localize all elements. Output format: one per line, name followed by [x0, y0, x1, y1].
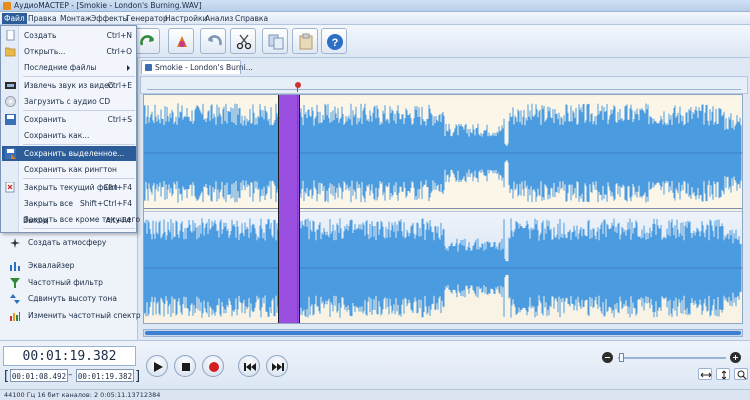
effect-frequency-filter-label: Частотный фильтр: [28, 278, 103, 287]
stop-icon: [182, 363, 190, 371]
atmosphere-icon: [10, 238, 20, 248]
close-file-icon: [5, 182, 15, 193]
selection-start-field[interactable]: 00:01:08.492: [10, 369, 68, 382]
horizontal-scrollbar[interactable]: [143, 329, 743, 337]
help-button[interactable]: ?: [321, 28, 347, 54]
audio-file-icon: [145, 64, 152, 71]
zoom-selection-button[interactable]: [734, 368, 748, 380]
play-button[interactable]: [146, 355, 168, 377]
menu-item-save-selection[interactable]: Сохранить выделенное...: [2, 146, 136, 161]
zoom-selection-icon: [737, 370, 747, 380]
zoom-in-button[interactable]: [730, 352, 741, 363]
time-ruler[interactable]: [140, 76, 748, 94]
menu-item-extract-audio[interactable]: Извлечь звук из видео Ctrl+E: [2, 78, 136, 93]
app-icon: [3, 2, 11, 10]
menu-item-open[interactable]: Открыть... Ctrl+O: [2, 44, 136, 59]
zoom-slider-track[interactable]: [618, 357, 726, 359]
effects-icon: [177, 36, 187, 47]
effects-button[interactable]: [168, 28, 194, 54]
video-icon: [5, 82, 16, 89]
document-tab[interactable]: Smokie - London's Burni...: [141, 60, 253, 74]
effect-pitch-shift-label: Сдвинуть высоту тона: [28, 294, 117, 303]
menu-edit[interactable]: Правка: [26, 13, 59, 24]
menu-help[interactable]: Справка: [233, 13, 270, 24]
waveform-channel-right[interactable]: [144, 211, 742, 318]
menu-analysis[interactable]: Анализ: [203, 13, 235, 24]
fit-horizontal-button[interactable]: [698, 368, 712, 380]
current-time: 00:01:19.382: [22, 349, 117, 364]
record-icon: [209, 362, 219, 372]
effect-spectrum-label: Изменить частотный спектр: [28, 311, 141, 320]
file-menu-dropdown: Создать Ctrl+N Открыть... Ctrl+O Последн…: [0, 25, 140, 233]
cd-icon: [5, 96, 16, 107]
current-time-display: 00:01:19.382: [3, 346, 136, 366]
menu-item-save-as[interactable]: Сохранить как...: [2, 128, 136, 143]
undo-button[interactable]: [200, 28, 226, 54]
cut-icon: [236, 34, 252, 50]
effect-equalizer-label: Эквалайзер: [28, 261, 75, 270]
menu-file[interactable]: Файл: [2, 13, 27, 24]
help-icon: ?: [327, 34, 343, 50]
paste-button[interactable]: [292, 28, 318, 54]
waveform-editor[interactable]: [143, 94, 743, 324]
spectrum-icon: [10, 312, 20, 321]
range-separator: –: [68, 370, 73, 380]
skip-back-icon: [244, 363, 256, 371]
document-tab-row: Smokie - London's Burni...: [138, 58, 750, 74]
waveform-right: [144, 218, 742, 318]
record-button[interactable]: [202, 355, 224, 377]
copy-icon: [268, 34, 284, 50]
waveform-channel-left[interactable]: [144, 97, 742, 209]
playhead-line: [297, 95, 298, 323]
filter-icon: [10, 278, 20, 288]
menu-item-close-all[interactable]: Закрыть все Shift+Ctrl+F4: [2, 196, 136, 211]
pitch-icon: [10, 294, 20, 304]
status-text: 44100 Гц 16 бит каналов: 2 0:05:11.13712…: [4, 391, 161, 399]
zoom-slider-thumb[interactable]: [619, 353, 624, 362]
menu-item-new[interactable]: Создать Ctrl+N: [2, 28, 136, 43]
playhead-marker[interactable]: [295, 82, 301, 88]
effect-atmosphere-label: Создать атмосферу: [28, 238, 107, 247]
zoom-out-button[interactable]: [602, 352, 613, 363]
equalizer-icon: [10, 262, 20, 271]
stop-button[interactable]: [174, 355, 196, 377]
expand-horizontal-icon: [700, 372, 712, 378]
status-bar: 44100 Гц 16 бит каналов: 2 0:05:11.13712…: [0, 389, 750, 400]
paste-icon: [299, 33, 313, 50]
next-button[interactable]: [266, 355, 288, 377]
svg-text:?: ?: [332, 37, 339, 49]
previous-button[interactable]: [238, 355, 260, 377]
open-folder-icon: [5, 47, 16, 57]
new-file-icon: [6, 30, 15, 41]
menu-item-save[interactable]: Сохранить Ctrl+S: [2, 112, 136, 127]
menu-item-close-current[interactable]: Закрыть текущий файл Ctrl+F4: [2, 180, 136, 195]
document-tab-label: Smokie - London's Burni...: [155, 63, 253, 72]
copy-button[interactable]: [262, 28, 288, 54]
undo-icon: [207, 35, 222, 46]
menu-item-load-cd[interactable]: Загрузить с аудио CD: [2, 94, 136, 109]
redo-button[interactable]: [134, 28, 160, 54]
submenu-arrow-icon: [127, 65, 130, 71]
waveform-left: [144, 103, 742, 203]
redo-icon: [140, 35, 155, 46]
skip-forward-icon: [272, 363, 284, 371]
play-icon: [154, 362, 163, 372]
menu-item-save-ringtone[interactable]: Сохранить как рингтон: [2, 162, 136, 177]
window-title: АудиоМАСТЕР - [Smokie - London's Burning…: [14, 1, 202, 10]
menu-item-exit[interactable]: Выход Alt+F4: [1, 213, 135, 228]
fit-vertical-button[interactable]: [716, 368, 730, 380]
selection-end-field[interactable]: 00:01:19.382: [76, 369, 134, 382]
save-selection-icon: [5, 148, 16, 159]
save-icon: [5, 114, 16, 125]
cut-button[interactable]: [230, 28, 256, 54]
menu-item-recent-files[interactable]: Последние файлы: [2, 60, 136, 75]
menu-bar: Файл Правка Монтаж Эффекты Генератор Нас…: [0, 12, 750, 25]
expand-vertical-icon: [721, 370, 727, 380]
title-bar: АудиоМАСТЕР - [Smokie - London's Burning…: [0, 0, 750, 12]
scrollbar-thumb[interactable]: [145, 331, 741, 335]
